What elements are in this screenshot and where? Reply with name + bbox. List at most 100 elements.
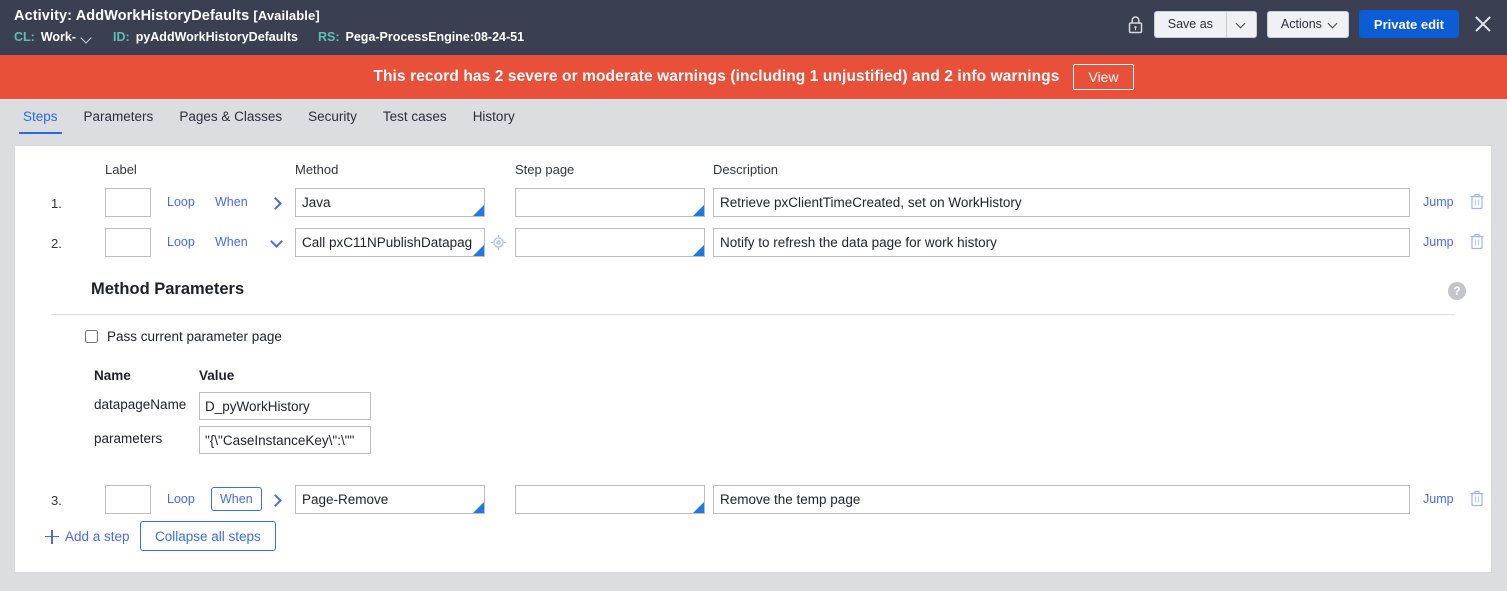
tab-pages-and-classes[interactable]: Pages & Classes [166,109,295,134]
step-description-value: Notify to refresh the data page for work… [720,235,997,250]
pass-current-parameter-page-label: Pass current parameter page [107,329,282,344]
loop-link[interactable]: Loop [167,195,195,209]
chevron-right-icon[interactable] [269,493,285,509]
collapse-all-steps-button[interactable]: Collapse all steps [140,521,276,551]
step-number: 1. [51,196,62,211]
param-value: "{\"CaseInstanceKey\":\"" [205,432,355,448]
resize-handle-icon [473,245,484,256]
chevron-down-icon [1237,20,1246,29]
header-actions: Save as Actions Private edit [1127,10,1495,38]
column-header-description: Description [713,162,779,177]
step-page-field[interactable] [515,228,705,257]
step-description-field[interactable]: Remove the temp page [713,485,1410,514]
view-warnings-button[interactable]: View [1073,64,1134,90]
step-method-field[interactable]: Call pxC11NPublishDatapag [295,228,485,257]
steps-panel: Label Method Step page Description 1. Lo… [14,145,1492,573]
table-row: 2. Loop When Call pxC11NPublishDatapag N… [15,228,1491,262]
meta-value-rs: Pega-ProcessEngine:08-24-51 [345,30,525,44]
when-link[interactable]: When [215,195,248,209]
step-method-field[interactable]: Page-Remove [295,485,485,514]
column-header-method: Method [295,162,339,177]
tab-security[interactable]: Security [295,109,370,134]
availability-badge: [Available] [253,8,320,23]
private-edit-button[interactable]: Private edit [1358,10,1459,38]
method-parameters-title: Method Parameters [91,280,245,298]
tab-test-cases[interactable]: Test cases [370,109,460,134]
meta-key-id: ID: [113,30,130,44]
when-link[interactable]: When [211,487,262,511]
steps-table-header: Label Method Step page Description [15,162,1491,180]
param-column-header-value: Value [199,368,235,383]
actions-button[interactable]: Actions [1266,10,1349,38]
resize-handle-icon [693,245,704,256]
tab-history[interactable]: History [460,109,528,134]
tab-parameters[interactable]: Parameters [71,109,167,134]
close-icon[interactable] [1471,12,1495,36]
step-page-field[interactable] [515,188,705,217]
trash-icon[interactable] [1469,192,1485,210]
table-row: 3. Loop When Page-Remove Remove the temp… [15,485,1491,519]
resize-handle-icon [473,502,484,513]
step-label-input[interactable] [105,485,151,514]
step-description-field[interactable]: Notify to refresh the data page for work… [713,228,1410,257]
page-title-prefix: Activity: [14,8,73,24]
param-name: parameters [94,431,163,446]
step-description-field[interactable]: Retrieve pxClientTimeCreated, set on Wor… [713,188,1410,217]
pass-current-parameter-page-checkbox[interactable] [85,330,98,343]
param-name: datapageName [94,397,187,412]
warning-banner: This record has 2 severe or moderate war… [0,55,1507,99]
step-method-value: Java [302,195,331,210]
target-icon[interactable] [490,234,507,251]
svg-text:?: ? [1453,286,1460,298]
step-label-input[interactable] [105,228,151,257]
jump-link[interactable]: Jump [1423,195,1454,209]
meta-key-rs: RS: [317,30,340,44]
help-icon[interactable]: ? [1448,282,1466,300]
param-value: D_pyWorkHistory [205,398,310,414]
lock-icon [1128,15,1142,33]
step-method-value: Call pxC11NPublishDatapag [302,235,473,250]
param-value-field[interactable]: "{\"CaseInstanceKey\":\"" [199,426,371,454]
step-number: 3. [51,493,62,508]
chevron-down-icon[interactable] [269,235,285,252]
column-header-step-page: Step page [515,162,575,177]
save-as-dropdown-button[interactable] [1225,10,1257,38]
chevron-down-icon [1329,20,1338,29]
plus-icon [45,529,59,544]
loop-link[interactable]: Loop [167,235,195,249]
tab-bar: Steps Parameters Pages & Classes Securit… [0,99,1507,134]
when-link[interactable]: When [215,235,248,249]
add-step-button[interactable]: Add a step [45,529,130,544]
tab-steps[interactable]: Steps [10,109,71,134]
step-label-input[interactable] [105,188,151,217]
resize-handle-icon [693,502,704,513]
param-value-field[interactable]: D_pyWorkHistory [199,392,371,420]
column-header-label: Label [105,162,137,177]
section-divider [51,314,1455,315]
step-description-value: Remove the temp page [720,492,861,507]
resize-handle-icon [473,205,484,216]
save-as-split-button: Save as [1153,10,1257,38]
loop-link[interactable]: Loop [167,492,195,506]
step-number: 2. [51,236,62,251]
jump-link[interactable]: Jump [1423,235,1454,249]
step-method-field[interactable]: Java [295,188,485,217]
class-dropdown-caret-icon[interactable] [82,34,93,41]
meta-key-cl: CL: [14,30,35,44]
jump-link[interactable]: Jump [1423,492,1454,506]
meta-value-cl: Work- [40,30,77,44]
meta-value-id: pyAddWorkHistoryDefaults [135,30,298,44]
pass-current-parameter-page-row: Pass current parameter page [85,329,282,344]
add-step-label: Add a step [65,529,130,544]
param-column-header-name: Name [94,368,131,383]
step-method-value: Page-Remove [302,492,389,507]
save-as-button[interactable]: Save as [1153,10,1226,38]
actions-button-label: Actions [1280,17,1322,31]
step-page-field[interactable] [515,485,705,514]
trash-icon[interactable] [1469,489,1485,507]
resize-handle-icon [693,205,704,216]
chevron-right-icon[interactable] [269,196,285,212]
trash-icon[interactable] [1469,232,1485,250]
step-description-value: Retrieve pxClientTimeCreated, set on Wor… [720,195,1022,210]
page-title-name: AddWorkHistoryDefaults [75,8,250,24]
